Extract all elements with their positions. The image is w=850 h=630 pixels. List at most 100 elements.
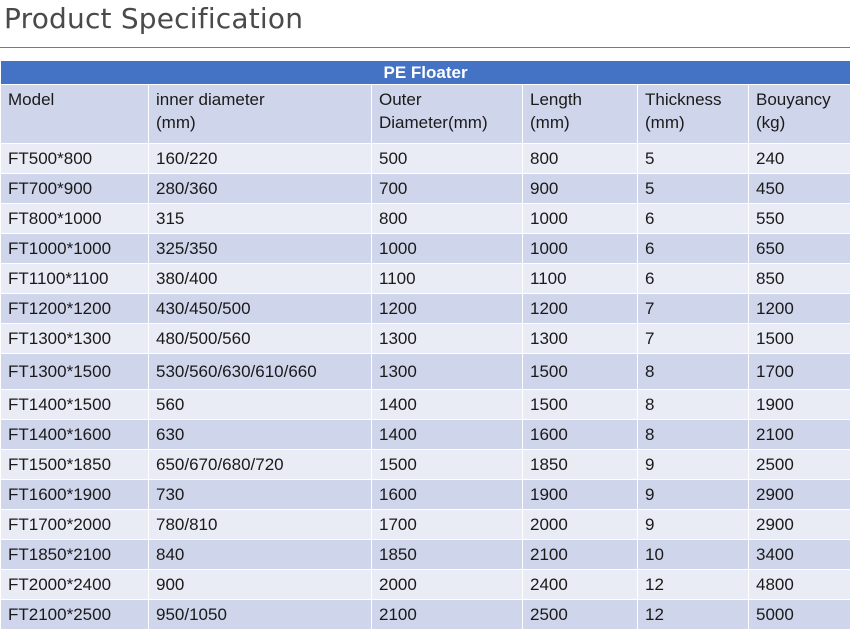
cell-inner-diameter: 160/220 — [149, 144, 372, 174]
table-row: FT2100*2500950/105021002500125000 — [1, 600, 850, 630]
cell-outer-diameter: 2000 — [372, 570, 523, 600]
cell-model: FT700*900 — [1, 174, 149, 204]
table-header-row: Modelinner diameter(mm)OuterDiameter(mm)… — [1, 85, 850, 144]
title-divider — [0, 47, 850, 48]
table-caption-row: PE Floater — [1, 61, 850, 85]
table-row: FT800*100031580010006550 — [1, 204, 850, 234]
cell-inner-diameter: 430/450/500 — [149, 294, 372, 324]
table-row: FT1400*16006301400160082100 — [1, 420, 850, 450]
cell-length: 1600 — [523, 420, 638, 450]
spec-table: PE Floater Modelinner diameter(mm)OuterD… — [0, 60, 850, 630]
cell-buoyancy: 450 — [749, 174, 850, 204]
cell-length: 2500 — [523, 600, 638, 630]
cell-outer-diameter: 1500 — [372, 450, 523, 480]
page-title: Product Specification — [4, 2, 303, 35]
column-header-line2: (kg) — [756, 111, 850, 134]
cell-length: 1850 — [523, 450, 638, 480]
cell-model: FT1300*1300 — [1, 324, 149, 354]
cell-outer-diameter: 1200 — [372, 294, 523, 324]
cell-buoyancy: 240 — [749, 144, 850, 174]
cell-outer-diameter: 1300 — [372, 354, 523, 390]
cell-length: 2400 — [523, 570, 638, 600]
cell-inner-diameter: 780/810 — [149, 510, 372, 540]
cell-model: FT1850*2100 — [1, 540, 149, 570]
cell-inner-diameter: 730 — [149, 480, 372, 510]
cell-length: 1300 — [523, 324, 638, 354]
cell-thickness: 7 — [638, 294, 749, 324]
cell-outer-diameter: 1400 — [372, 390, 523, 420]
cell-inner-diameter: 630 — [149, 420, 372, 450]
cell-thickness: 5 — [638, 144, 749, 174]
cell-length: 2100 — [523, 540, 638, 570]
table-row: FT1850*210084018502100103400 — [1, 540, 850, 570]
cell-buoyancy: 5000 — [749, 600, 850, 630]
cell-thickness: 7 — [638, 324, 749, 354]
cell-inner-diameter: 280/360 — [149, 174, 372, 204]
column-header-line2: (mm) — [645, 111, 748, 134]
cell-length: 1100 — [523, 264, 638, 294]
cell-thickness: 6 — [638, 204, 749, 234]
cell-model: FT500*800 — [1, 144, 149, 174]
cell-thickness: 6 — [638, 234, 749, 264]
cell-length: 800 — [523, 144, 638, 174]
cell-model: FT1400*1600 — [1, 420, 149, 450]
cell-model: FT1400*1500 — [1, 390, 149, 420]
column-header-line2: Diameter(mm) — [379, 111, 522, 134]
cell-buoyancy: 4800 — [749, 570, 850, 600]
cell-outer-diameter: 1400 — [372, 420, 523, 450]
column-header-inner-diameter: inner diameter(mm) — [149, 85, 372, 144]
cell-inner-diameter: 315 — [149, 204, 372, 234]
cell-model: FT1300*1500 — [1, 354, 149, 390]
table-row: FT1600*19007301600190092900 — [1, 480, 850, 510]
cell-length: 1000 — [523, 234, 638, 264]
table-row: FT1500*1850650/670/680/7201500185092500 — [1, 450, 850, 480]
cell-inner-diameter: 950/1050 — [149, 600, 372, 630]
cell-thickness: 12 — [638, 600, 749, 630]
column-header-line1: inner diameter — [156, 88, 371, 111]
cell-model: FT2100*2500 — [1, 600, 149, 630]
column-header-line2: (mm) — [530, 111, 637, 134]
cell-length: 2000 — [523, 510, 638, 540]
column-header-line2: (mm) — [156, 111, 371, 134]
table-row: FT1200*1200430/450/5001200120071200 — [1, 294, 850, 324]
cell-inner-diameter: 840 — [149, 540, 372, 570]
cell-model: FT2000*2400 — [1, 570, 149, 600]
column-header-thickness: Thickness(mm) — [638, 85, 749, 144]
column-header-line1: Length — [530, 88, 637, 111]
cell-inner-diameter: 560 — [149, 390, 372, 420]
table-row: FT1000*1000325/350100010006650 — [1, 234, 850, 264]
column-header-line1: Thickness — [645, 88, 748, 111]
cell-buoyancy: 2100 — [749, 420, 850, 450]
table-row: FT1400*15005601400150081900 — [1, 390, 850, 420]
table-row: FT700*900280/3607009005450 — [1, 174, 850, 204]
cell-model: FT1500*1850 — [1, 450, 149, 480]
cell-length: 900 — [523, 174, 638, 204]
cell-thickness: 8 — [638, 354, 749, 390]
column-header-model: Model — [1, 85, 149, 144]
cell-model: FT1700*2000 — [1, 510, 149, 540]
cell-thickness: 9 — [638, 450, 749, 480]
column-header-line1: Model — [8, 88, 148, 111]
cell-outer-diameter: 1850 — [372, 540, 523, 570]
cell-buoyancy: 2900 — [749, 510, 850, 540]
cell-model: FT800*1000 — [1, 204, 149, 234]
cell-thickness: 12 — [638, 570, 749, 600]
table-row: FT1300*1500530/560/630/610/6601300150081… — [1, 354, 850, 390]
cell-length: 1000 — [523, 204, 638, 234]
table-row: FT1300*1300480/500/5601300130071500 — [1, 324, 850, 354]
cell-inner-diameter: 380/400 — [149, 264, 372, 294]
column-header-length: Length(mm) — [523, 85, 638, 144]
cell-model: FT1200*1200 — [1, 294, 149, 324]
column-header-line1: Bouyancy — [756, 88, 850, 111]
cell-length: 1900 — [523, 480, 638, 510]
cell-model: FT1600*1900 — [1, 480, 149, 510]
cell-outer-diameter: 500 — [372, 144, 523, 174]
cell-model: FT1100*1100 — [1, 264, 149, 294]
table-row: FT500*800160/2205008005240 — [1, 144, 850, 174]
cell-thickness: 10 — [638, 540, 749, 570]
table-row: FT2000*240090020002400124800 — [1, 570, 850, 600]
cell-inner-diameter: 900 — [149, 570, 372, 600]
cell-length: 1500 — [523, 390, 638, 420]
cell-outer-diameter: 1000 — [372, 234, 523, 264]
cell-thickness: 9 — [638, 480, 749, 510]
